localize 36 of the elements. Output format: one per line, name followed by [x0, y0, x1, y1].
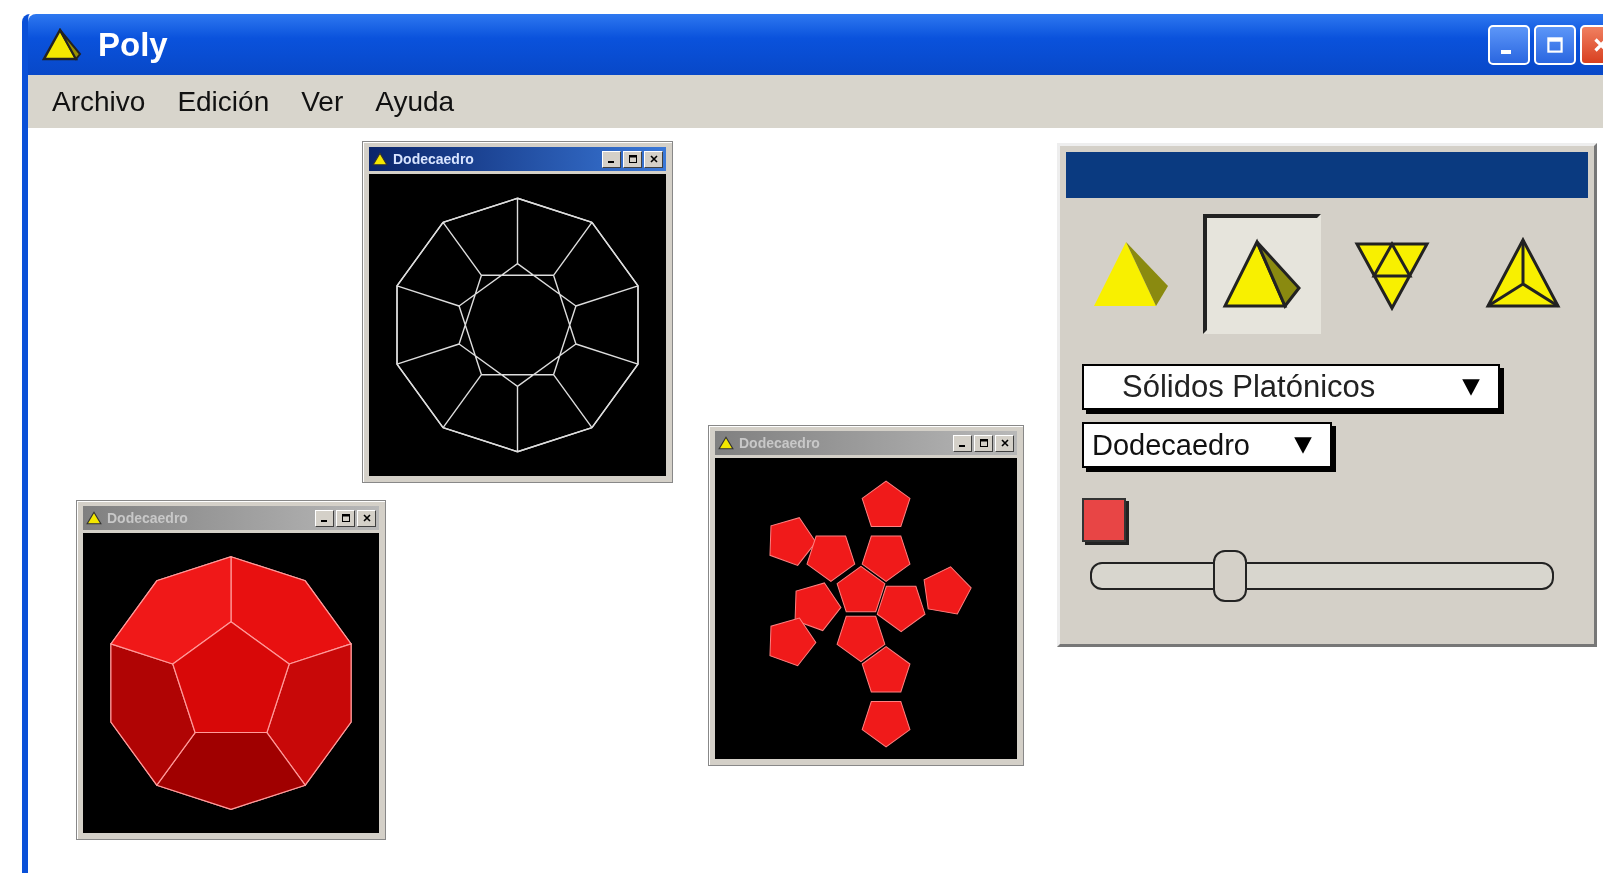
view-mode-button[interactable]	[1202, 214, 1321, 334]
minimize-icon	[320, 520, 327, 522]
close-button[interactable]	[644, 150, 663, 168]
maximize-icon	[340, 513, 351, 523]
window-title: Poly	[98, 25, 168, 64]
close-icon	[999, 438, 1010, 448]
menu-item[interactable]: Ayuda	[359, 85, 471, 118]
color-swatch[interactable]	[1082, 498, 1126, 542]
pyramid-icon	[718, 436, 734, 450]
pyramid-icon	[42, 27, 82, 62]
minimize-button[interactable]	[602, 150, 621, 168]
menu-item[interactable]: Ver	[285, 85, 360, 118]
maximize-button[interactable]	[623, 150, 642, 168]
close-button[interactable]	[357, 509, 376, 527]
slider-thumb[interactable]	[1213, 550, 1247, 602]
pyramid-icon	[372, 152, 388, 166]
minimize-icon	[958, 445, 965, 447]
minimize-button[interactable]	[315, 509, 334, 527]
minimize-button[interactable]	[953, 434, 972, 452]
minimize-icon	[1501, 49, 1511, 54]
dropdown-caret-icon	[1292, 434, 1314, 456]
menu-item[interactable]: Archivo	[36, 85, 162, 118]
close-icon	[648, 154, 659, 164]
maximize-button[interactable]	[336, 509, 355, 527]
menu-item[interactable]: Edición	[161, 85, 286, 118]
pyramid-icon	[86, 511, 102, 525]
maximize-button[interactable]	[974, 434, 993, 452]
dropdown-caret-icon	[1460, 376, 1482, 398]
document-title: Dodecaedro	[107, 510, 188, 526]
document-title: Dodecaedro	[739, 435, 820, 451]
maximize-icon	[978, 438, 989, 448]
document-title: Dodecaedro	[393, 151, 474, 167]
close-button[interactable]	[995, 434, 1014, 452]
minimize-icon	[607, 161, 614, 163]
close-icon	[361, 513, 372, 523]
maximize-icon	[627, 154, 638, 164]
